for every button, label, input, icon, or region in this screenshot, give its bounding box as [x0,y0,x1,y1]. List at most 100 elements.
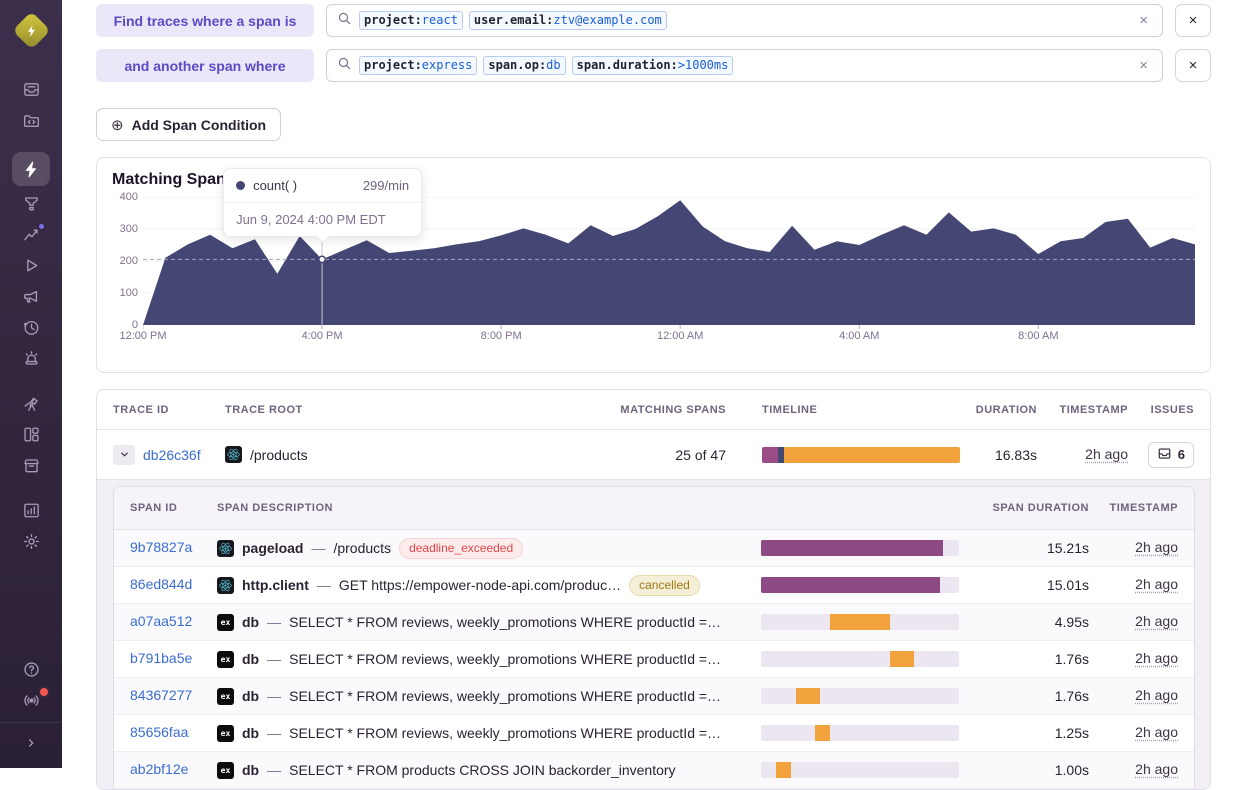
sidebar-item-archive[interactable] [13,450,49,481]
trace-id-link[interactable]: db26c36f [143,447,201,463]
delete-condition-button[interactable]: × [1175,4,1211,37]
timeline-bar [761,725,959,741]
sidebar-item-settings[interactable] [13,526,49,557]
sidebar-item-funnel[interactable] [13,188,49,219]
trace-issues-button[interactable]: 6 [1148,442,1194,468]
span-timeline-cell [761,762,961,778]
span-id-cell: 84367277 [130,687,217,705]
query-builder: Find traces where a span is project:react… [96,4,1211,82]
filter-token[interactable]: user.email:ztv@example.com [469,11,667,30]
column-header-timeline: TIMELINE [762,404,960,416]
span-id-cell: a07aa512 [130,613,217,631]
sidebar-item-help[interactable] [13,654,49,685]
expand-trace-button[interactable] [113,445,135,465]
timeline-bar [761,540,959,556]
trace-root-name: /products [250,447,308,463]
search-icon [337,11,352,31]
span-search-input[interactable]: project:express span.op:db span.duration:>… [326,49,1163,82]
span-id-link[interactable]: 9b78827a [130,539,192,555]
span-op: db [242,651,259,667]
span-id-link[interactable]: 84367277 [130,687,192,703]
timeline-cell [762,447,960,463]
span-table-panel: SPAN IDSPAN DESCRIPTIONSPAN DURATIONTIME… [113,486,1195,789]
span-op: db [242,725,259,741]
sidebar-collapse-button[interactable] [0,722,62,768]
search-token-list: project:express span.op:db span.duration:>… [359,56,1128,75]
span-duration-cell: 1.76s [1055,651,1089,667]
span-op: db [242,688,259,704]
timeline-bar-segment [776,762,790,778]
span-id-cell: 85656faa [130,724,217,742]
span-id-link[interactable]: b791ba5e [130,650,192,666]
filter-token[interactable]: span.duration:>1000ms [572,56,734,75]
clear-search-icon[interactable]: × [1135,56,1152,75]
relative-timestamp[interactable]: 2h ago [1135,539,1178,555]
relative-timestamp[interactable]: 2h ago [1135,724,1178,740]
span-op: http.client [242,577,309,593]
span-id-link[interactable]: a07aa512 [130,613,192,629]
sidebar-item-explore[interactable] [12,152,50,186]
filter-token[interactable]: span.op:db [483,56,565,75]
span-id-link[interactable]: 86ed844d [130,576,192,592]
span-op: pageload [242,540,303,556]
span-duration-cell: 15.01s [1047,577,1089,593]
filter-token[interactable]: project:express [359,56,477,75]
matching-spans-chart-panel: Matching Spans 4003002001000 12:00 PM4:0… [96,157,1211,373]
sidebar-item-feedback[interactable] [13,281,49,312]
column-header-span-description: SPAN DESCRIPTION [217,502,761,514]
span-timestamp-cell: 2h ago [1135,539,1178,557]
span-id-link[interactable]: 85656faa [130,724,188,740]
tooltip-series-name: count( ) [253,178,297,193]
duration-cell: 16.83s [995,447,1037,463]
timeline-bar-segment [761,577,940,593]
sidebar-item-stats[interactable] [13,495,49,526]
span-description-cell: http.client—GET https://empower-node-api… [217,575,761,596]
sidebar-item-releases[interactable] [13,312,49,343]
add-span-condition-button[interactable]: ⊕ Add Span Condition [96,108,281,141]
sidebar-item-discover[interactable] [13,388,49,419]
relative-timestamp[interactable]: 2h ago [1085,446,1128,462]
y-axis-label: 100 [112,287,138,299]
span-description-text: SELECT * FROM reviews, weekly_promotions… [289,688,721,704]
filter-token[interactable]: project:react [359,11,463,30]
sidebar-item-dashboards[interactable] [13,419,49,450]
span-id-link[interactable]: ab2bf12e [130,761,188,777]
sidebar-item-projects[interactable] [13,105,49,136]
span-row: b791ba5eexdb—SELECT * FROM reviews, week… [114,641,1194,678]
clear-search-icon[interactable]: × [1135,11,1152,30]
span-search-input[interactable]: project:react user.email:ztv@example.com × [326,4,1163,37]
relative-timestamp[interactable]: 2h ago [1135,650,1178,666]
span-duration-cell: 4.95s [1055,614,1089,630]
relative-timestamp[interactable]: 2h ago [1135,687,1178,703]
query-row-label: and another span where [96,49,314,82]
delete-condition-button[interactable]: × [1175,49,1211,82]
span-description-text: GET https://empower-node-api.com/produc… [339,577,621,593]
sidebar-item-insights[interactable] [13,219,49,250]
timeline-bar-segment [830,614,889,630]
relative-timestamp[interactable]: 2h ago [1135,576,1178,592]
span-duration-cell: 1.76s [1055,688,1089,704]
span-description-cell: pageload—/productsdeadline_exceeded [217,538,761,559]
relative-timestamp[interactable]: 2h ago [1135,761,1178,777]
column-header-duration: DURATION [976,404,1037,416]
token-value: express [422,58,473,72]
sidebar-item-alerts[interactable] [13,343,49,374]
timeline-bar-segment [761,540,943,556]
issues-cell: 6 [1148,442,1194,468]
alerts-icon [22,349,41,368]
column-header-span-duration: SPAN DURATION [992,502,1089,514]
sidebar-item-replays[interactable] [13,250,49,281]
sidebar-item-broadcast[interactable] [13,685,49,716]
search-token-list: project:react user.email:ztv@example.com [359,11,1128,30]
sentry-logo[interactable] [9,8,53,52]
token-value: db [546,58,560,72]
chevron-right-icon [24,736,38,755]
trace-explorer-page: Find traces where a span is project:react… [62,0,1239,768]
token-key: user.email: [474,13,553,27]
express-platform-icon: ex [217,651,234,668]
react-platform-icon [217,540,234,557]
relative-timestamp[interactable]: 2h ago [1135,613,1178,629]
status-badge: cancelled [629,575,700,596]
sidebar-item-issues[interactable] [13,74,49,105]
query-row-label: Find traces where a span is [96,4,314,37]
